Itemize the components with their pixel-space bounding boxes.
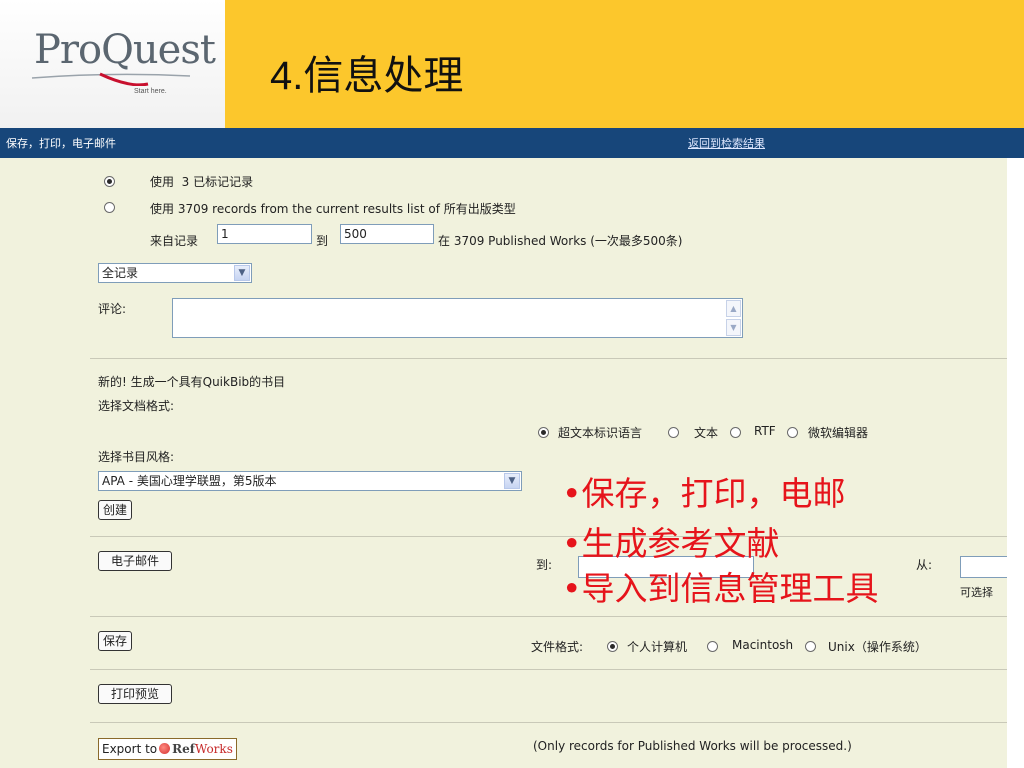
divider	[90, 616, 1007, 617]
email-from-label: 从:	[916, 558, 933, 572]
print-preview-button[interactable]: 打印预览	[98, 684, 173, 704]
record-content-value: 全记录	[102, 266, 139, 280]
email-from-input[interactable]	[960, 556, 1007, 578]
range-note: 在 3709 Published Works (一次最多500条)	[438, 234, 683, 248]
export-note: (Only records for Published Works will b…	[533, 739, 852, 753]
create-bibliography-button[interactable]: 创建	[98, 500, 133, 520]
format-mac-radio[interactable]	[707, 641, 718, 652]
export-refworks-button[interactable]: Export to RefWorks	[98, 738, 237, 760]
document-format-label: 选择文档格式:	[98, 399, 175, 413]
format-rtf-label: RTF	[754, 424, 776, 438]
citation-style-select[interactable]: APA - 美国心理学联盟，第5版本 ▼	[98, 471, 522, 491]
range-to-input[interactable]: 500	[340, 224, 434, 244]
bullet-generate-references: •生成参考文献	[562, 524, 780, 563]
page-title: 保存，打印，电子邮件	[6, 137, 116, 150]
use-marked-records-label: 使用 3 已标记记录	[150, 175, 254, 189]
format-pc-radio[interactable]	[607, 641, 618, 652]
export-label: Export to	[102, 742, 158, 756]
page-header: 保存，打印，电子邮件 返回到检索结果	[0, 128, 1024, 158]
back-to-results-link[interactable]: 返回到检索结果	[688, 135, 765, 151]
bibliography-intro: 新的! 生成一个具有QuikBib的书目	[98, 375, 286, 389]
refworks-brand-works: Works	[194, 742, 233, 756]
record-content-select[interactable]: 全记录 ▼	[98, 263, 252, 283]
email-optional-note: 可选择	[960, 586, 993, 599]
range-from-label: 来自记录	[150, 234, 199, 248]
scroll-up-icon[interactable]: ▲	[726, 300, 741, 317]
format-unix-radio[interactable]	[805, 641, 816, 652]
divider	[90, 536, 1007, 537]
main-panel: 使用 3 已标记记录 使用 3709 records from the curr…	[0, 158, 1007, 768]
format-pc-label: 个人计算机	[627, 640, 688, 654]
citation-style-label: 选择书目风格:	[98, 450, 175, 464]
range-from-input[interactable]: 1	[217, 224, 312, 244]
citation-style-value: APA - 美国心理学联盟，第5版本	[102, 474, 277, 488]
comment-label: 评论:	[98, 302, 127, 316]
format-text-label: 文本	[694, 426, 719, 440]
divider	[90, 669, 1007, 670]
divider	[90, 722, 1007, 723]
format-unix-label: Unix（操作系统）	[828, 640, 927, 654]
refworks-brand-ref: Ref	[172, 742, 195, 756]
format-html-radio[interactable]	[538, 427, 549, 438]
use-results-list-label: 使用 3709 records from the current results…	[150, 202, 516, 216]
format-ms-editor-radio[interactable]	[787, 427, 798, 438]
bullet-import-tool: •导入到信息管理工具	[562, 569, 879, 608]
email-button[interactable]: 电子邮件	[98, 551, 173, 571]
slide-title-bar: 4.信息处理	[225, 0, 1024, 128]
logo-swoosh	[31, 72, 191, 86]
format-ms-editor-label: 微软编辑器	[808, 426, 869, 440]
email-to-label: 到:	[536, 558, 553, 572]
bullet-save-print-email: •保存，打印，电邮	[562, 474, 846, 513]
chevron-down-icon: ▼	[234, 265, 250, 281]
format-mac-label: Macintosh	[732, 638, 794, 652]
range-to-label: 到	[316, 234, 329, 248]
proquest-logo: ProQuest Start here.	[0, 0, 225, 128]
logo-wordmark: ProQuest	[34, 27, 216, 73]
chevron-down-icon: ▼	[504, 473, 520, 489]
format-rtf-radio[interactable]	[730, 427, 741, 438]
scroll-down-icon[interactable]: ▼	[726, 319, 741, 336]
slide-title: 4.信息处理	[270, 54, 464, 98]
save-button[interactable]: 保存	[98, 631, 133, 651]
comment-textarea[interactable]: ▲ ▼	[172, 298, 743, 338]
format-html-label: 超文本标识语言	[558, 426, 643, 440]
file-format-label: 文件格式:	[531, 640, 584, 654]
use-marked-records-radio[interactable]	[104, 176, 115, 187]
format-text-radio[interactable]	[668, 427, 679, 438]
divider	[90, 358, 1007, 359]
refworks-icon	[159, 743, 171, 754]
use-results-list-radio[interactable]	[104, 202, 115, 213]
logo-tagline: Start here.	[134, 88, 167, 95]
